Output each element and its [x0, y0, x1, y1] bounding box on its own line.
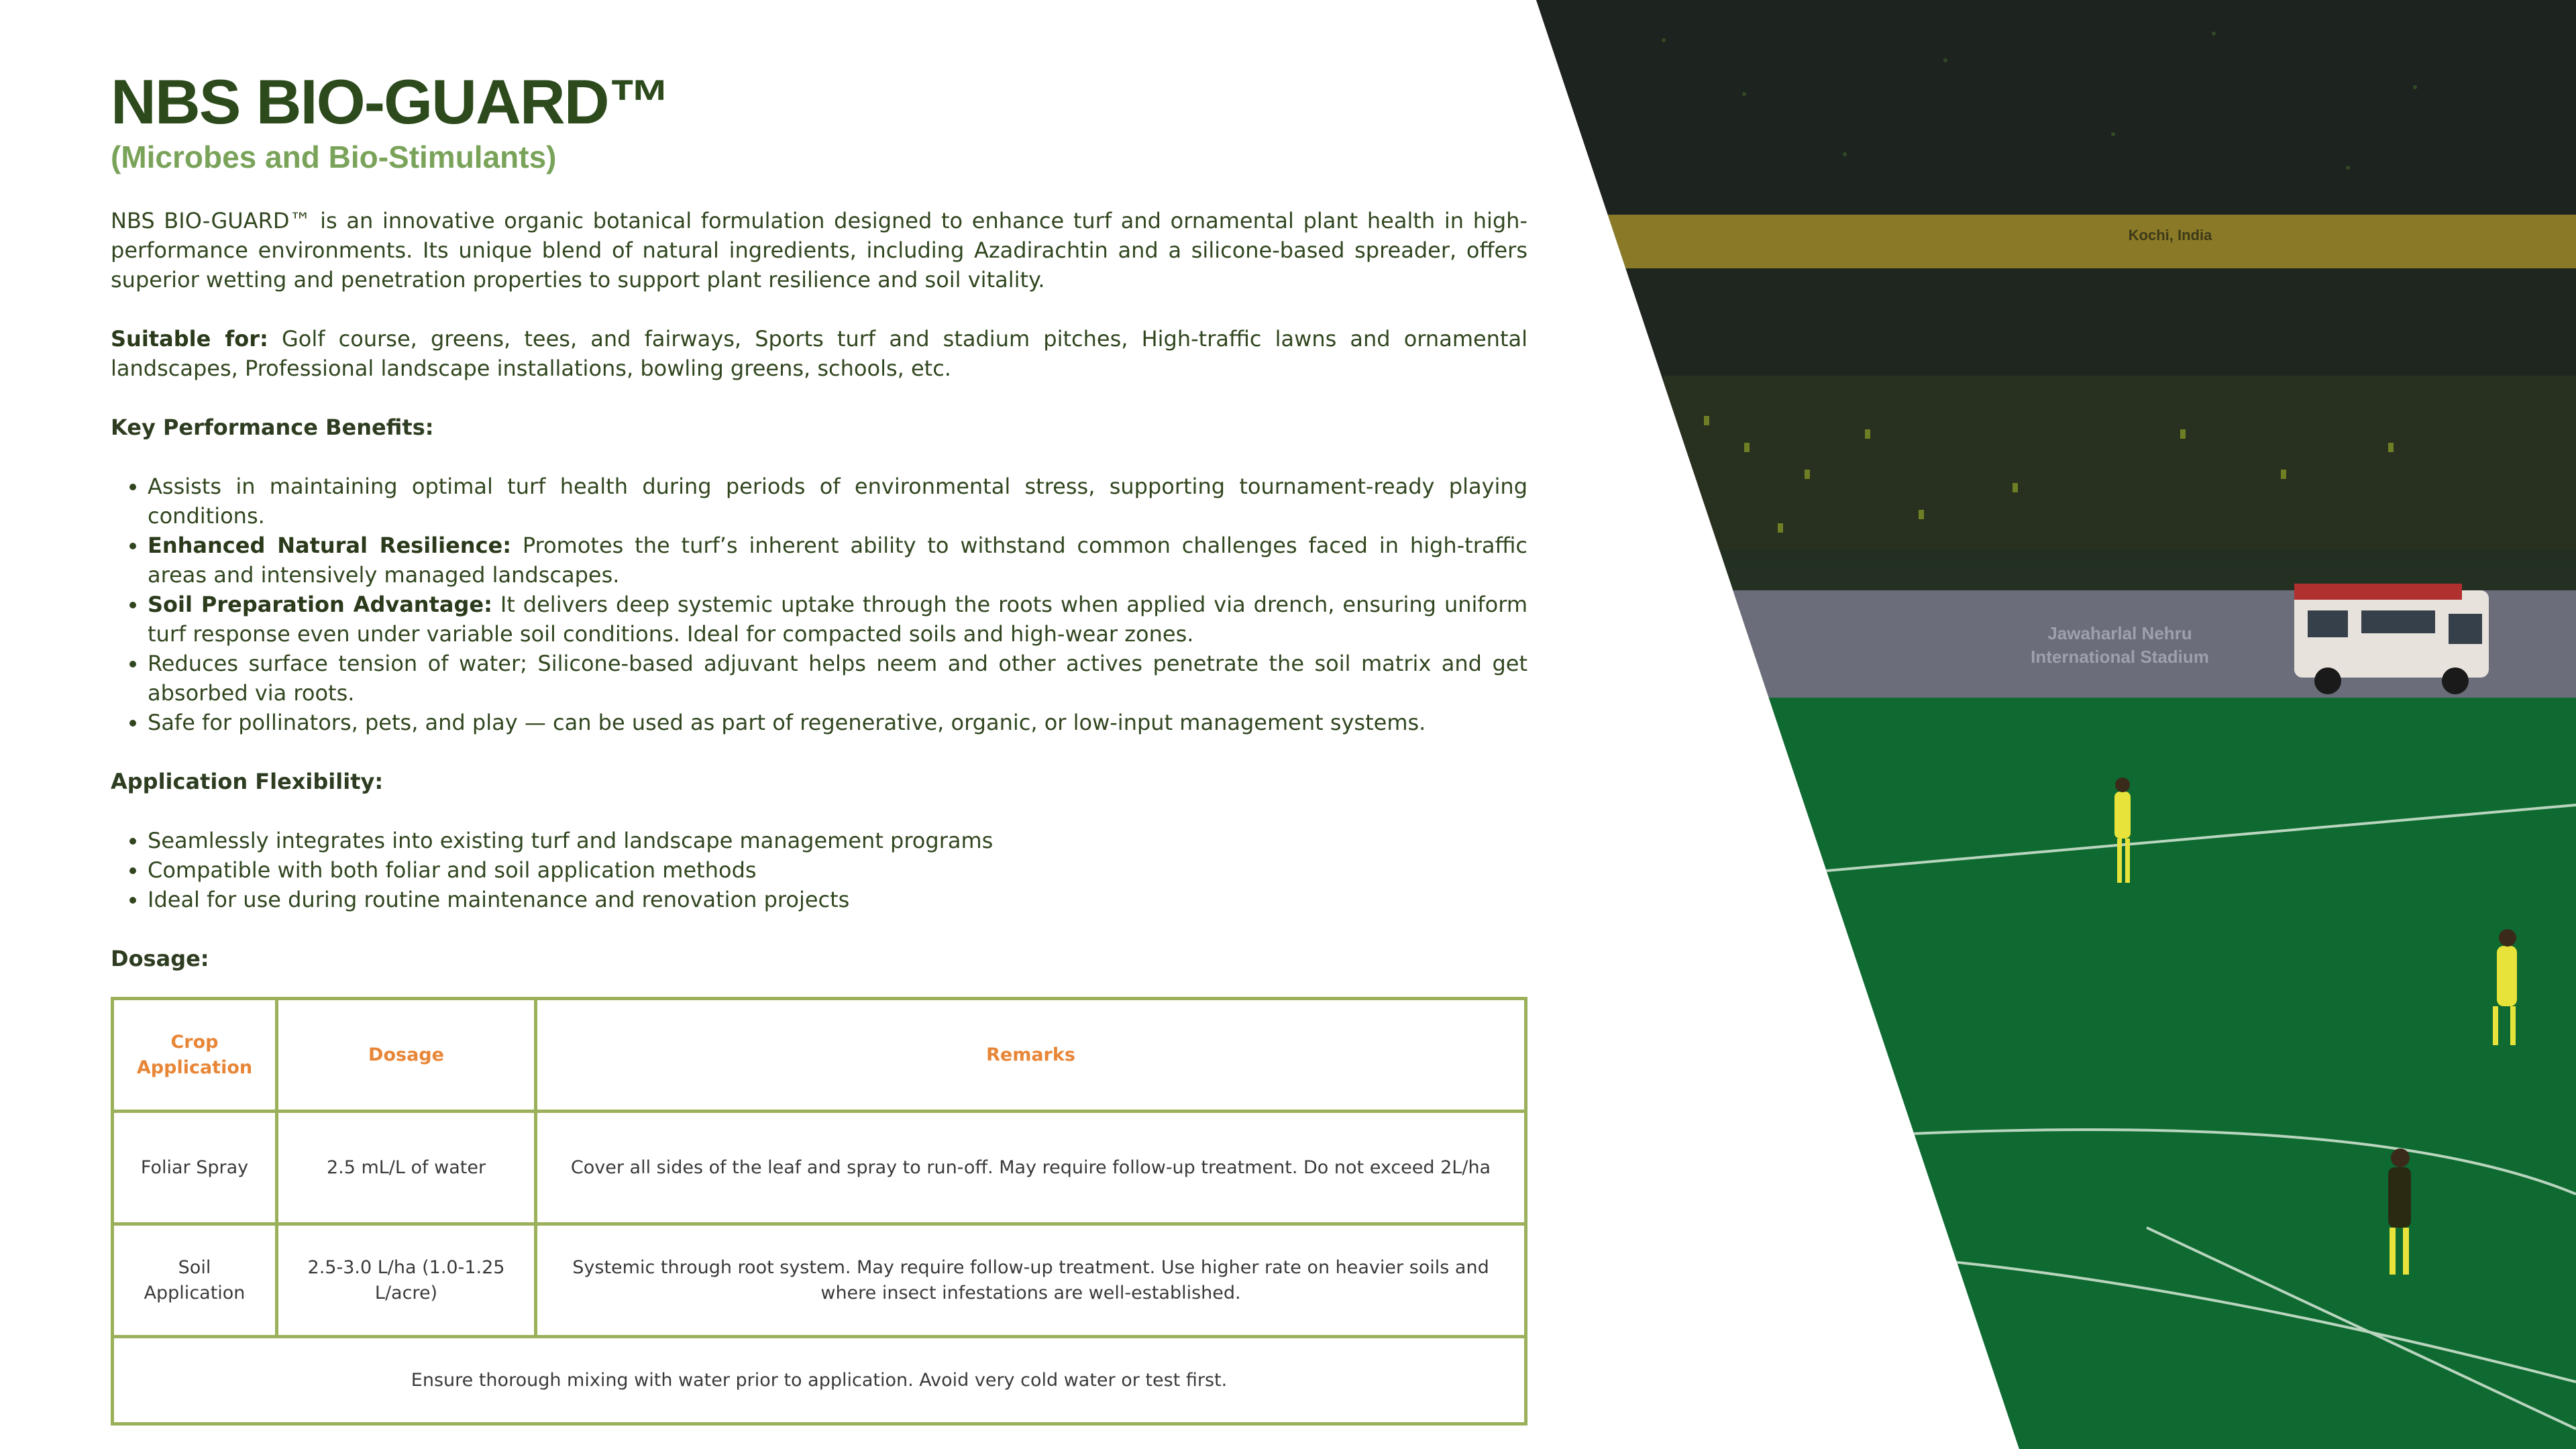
stadium-name-line-2: International Stadium — [2031, 647, 2209, 667]
table-row: Soil Application 2.5-3.0 L/ha (1.0-1.25 … — [111, 1222, 1527, 1338]
cell-remarks: Cover all sides of the leaf and spray to… — [534, 1110, 1527, 1226]
stadium-name-line-1: Jawaharlal Nehru — [2047, 623, 2192, 643]
dosage-table: Crop Application Dosage Remarks Foliar S… — [111, 997, 1527, 1426]
benefit-item: Soil Preparation Advantage: It delivers … — [148, 590, 1527, 649]
table-footer-row: Ensure thorough mixing with water prior … — [111, 1335, 1527, 1426]
intro-paragraph: NBS BIO-GUARD™ is an innovative organic … — [111, 208, 1527, 293]
suitable-text: Golf course, greens, tees, and fairways,… — [111, 326, 1528, 382]
flexibility-item: Compatible with both foliar and soil app… — [148, 855, 1527, 885]
table-header-row: Crop Application Dosage Remarks — [111, 997, 1527, 1113]
flexibility-list: Seamlessly integrates into existing turf… — [111, 826, 1527, 914]
header-remarks: Remarks — [534, 997, 1527, 1113]
benefits-list: Assists in maintaining optimal turf heal… — [111, 472, 1527, 737]
banner-text: Kochi, India — [2129, 227, 2212, 244]
suitable-label: Suitable for: — [111, 326, 268, 352]
product-subtitle: (Microbes and Bio-Stimulants) — [111, 140, 557, 175]
benefit-item: Assists in maintaining optimal turf heal… — [148, 472, 1527, 531]
cell-dosage: 2.5-3.0 L/ha (1.0-1.25 L/acre) — [275, 1222, 537, 1338]
table-footer-note: Ensure thorough mixing with water prior … — [111, 1335, 1527, 1426]
benefits-heading: Key Performance Benefits: — [111, 415, 434, 441]
flexibility-item: Ideal for use during routine maintenance… — [148, 885, 1527, 914]
cell-remarks: Systemic through root system. May requir… — [534, 1222, 1527, 1338]
cell-crop: Foliar Spray — [111, 1110, 278, 1226]
flexibility-item: Seamlessly integrates into existing turf… — [148, 826, 1527, 855]
cell-dosage: 2.5 mL/L of water — [275, 1110, 537, 1226]
benefit-item: Safe for pollinators, pets, and play — c… — [148, 708, 1527, 737]
flexibility-heading: Application Flexibility: — [111, 769, 384, 795]
dosage-heading: Dosage: — [111, 946, 209, 972]
product-title: NBS BIO-GUARD™ — [111, 66, 672, 137]
header-dosage: Dosage — [275, 997, 537, 1113]
benefit-item: Reduces surface tension of water; Silico… — [148, 649, 1527, 708]
suitable-paragraph: Suitable for: Golf course, greens, tees,… — [111, 324, 1527, 383]
table-row: Foliar Spray 2.5 mL/L of water Cover all… — [111, 1110, 1527, 1226]
header-crop-application: Crop Application — [111, 997, 278, 1113]
cell-crop: Soil Application — [111, 1222, 278, 1338]
product-content: NBS BIO-GUARD™ (Microbes and Bio-Stimula… — [111, 67, 1527, 1003]
benefit-item: Enhanced Natural Resilience: Promotes th… — [148, 531, 1527, 590]
